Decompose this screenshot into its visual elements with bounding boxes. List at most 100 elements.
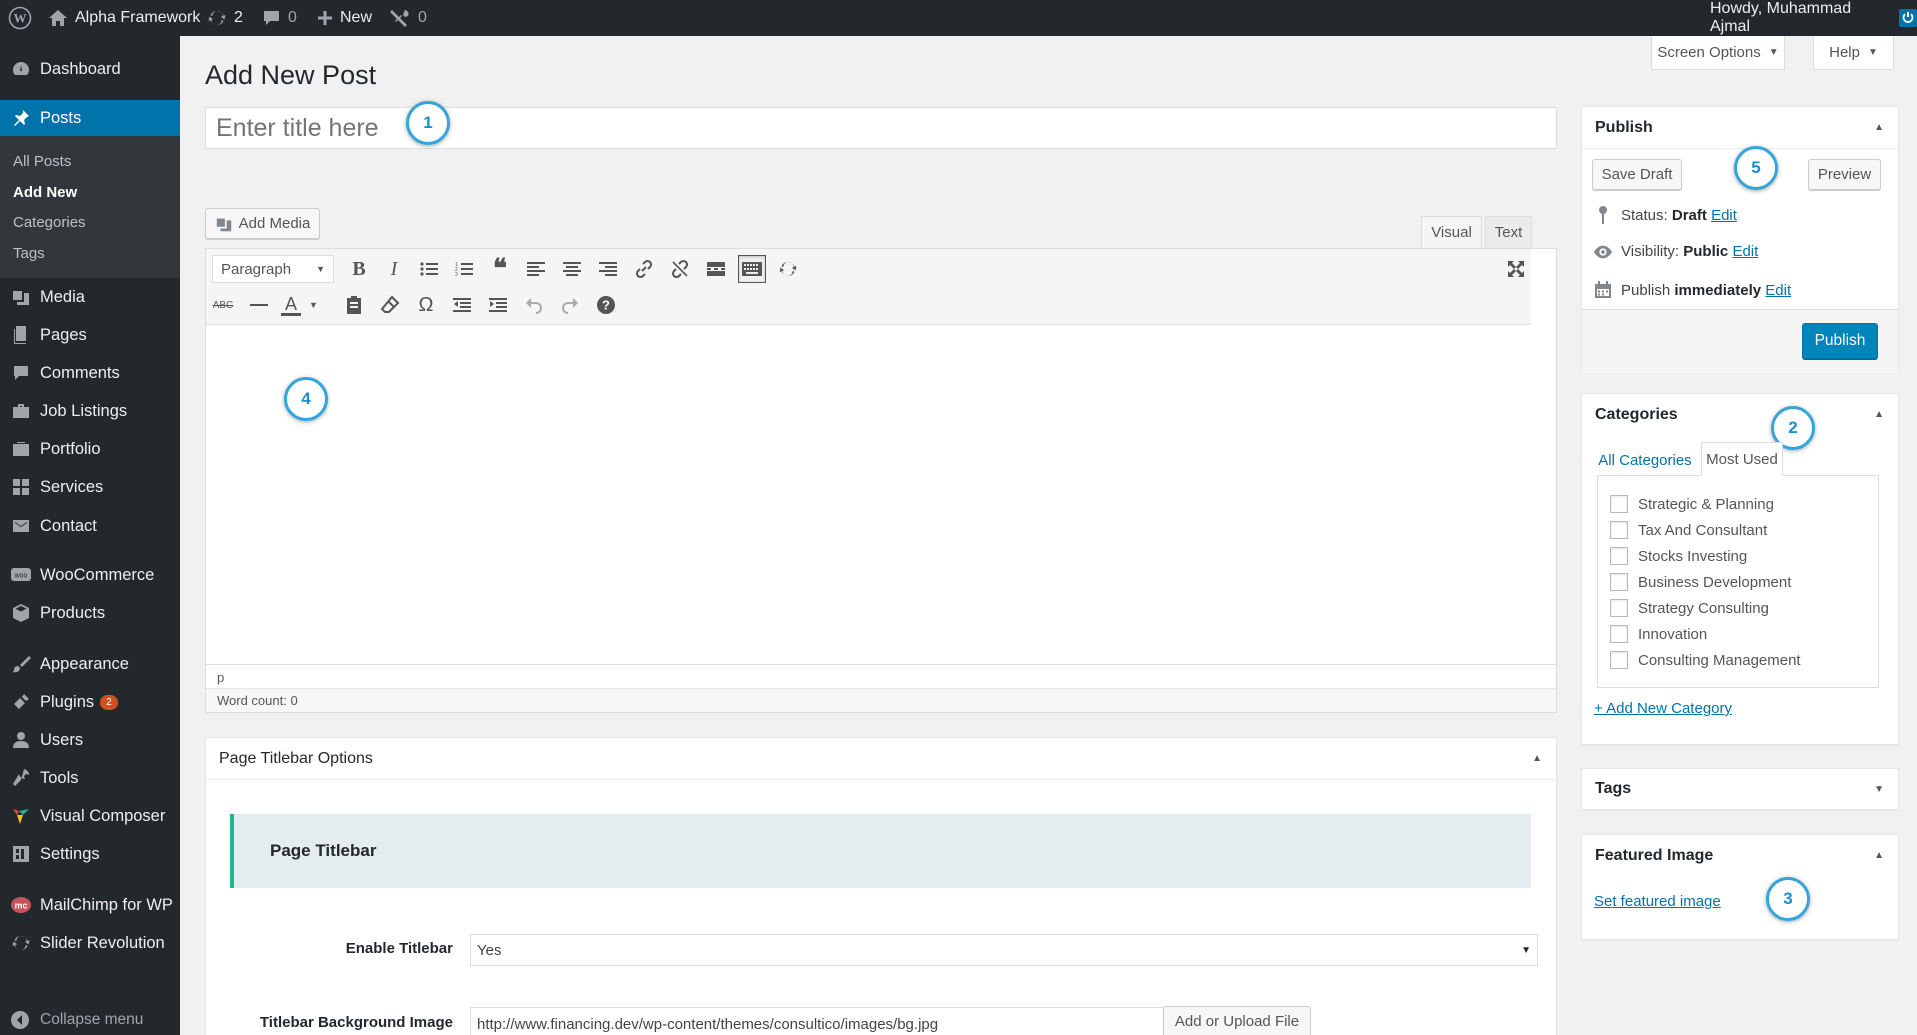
unlink-button[interactable] <box>666 255 694 283</box>
sidebar-item-plugins[interactable]: Plugins 2 <box>0 683 180 721</box>
editor-content-area[interactable] <box>206 326 1556 664</box>
special-character-button[interactable]: Ω <box>412 291 440 319</box>
category-checkbox[interactable] <box>1610 651 1628 669</box>
help-button[interactable]: Help ▼ <box>1813 36 1894 70</box>
titlebar-background-input[interactable]: http://www.financing.dev/wp-content/them… <box>470 1007 1164 1035</box>
collapse-arrow-icon[interactable]: ▲ <box>1874 122 1884 133</box>
sidebar-item-visual-composer[interactable]: Visual Composer <box>0 797 180 835</box>
submenu-tags[interactable]: Tags <box>13 245 45 262</box>
collapse-arrow-icon[interactable]: ▲ <box>1532 753 1542 764</box>
categories-header[interactable]: Categories ▲ <box>1582 394 1898 436</box>
category-item[interactable]: Strategic & Planning <box>1610 495 1774 513</box>
category-checkbox[interactable] <box>1610 495 1628 513</box>
sidebar-item-media[interactable]: Media <box>0 278 180 316</box>
strikethrough-button[interactable]: ABC <box>209 291 237 319</box>
submenu-add-new[interactable]: Add New <box>13 184 77 201</box>
expand-arrow-icon[interactable]: ▼ <box>1874 784 1884 795</box>
set-featured-image-link[interactable]: Set featured image <box>1594 893 1721 910</box>
horizontal-line-button[interactable] <box>245 291 273 319</box>
category-checkbox[interactable] <box>1610 625 1628 643</box>
featured-image-header[interactable]: Featured Image ▲ <box>1582 835 1898 877</box>
save-draft-button[interactable]: Save Draft <box>1592 159 1682 190</box>
category-checkbox[interactable] <box>1610 599 1628 617</box>
add-new-category-link[interactable]: + Add New Category <box>1594 700 1732 717</box>
publish-button[interactable]: Publish <box>1802 323 1878 359</box>
tab-visual[interactable]: Visual <box>1421 216 1482 248</box>
undo-button[interactable] <box>520 291 548 319</box>
sidebar-item-pages[interactable]: Pages <box>0 316 180 354</box>
tab-most-used[interactable]: Most Used <box>1701 442 1783 476</box>
align-left-button[interactable] <box>522 255 550 283</box>
italic-button[interactable]: I <box>380 255 408 283</box>
submenu-all-posts[interactable]: All Posts <box>13 153 71 170</box>
sidebar-item-tools[interactable]: Tools <box>0 759 180 797</box>
text-color-button[interactable]: A ▼ <box>281 291 325 319</box>
sidebar-item-job-listings[interactable]: Job Listings <box>0 392 180 430</box>
paste-text-button[interactable] <box>340 291 368 319</box>
new-content-link[interactable]: New <box>317 0 372 36</box>
blockquote-button[interactable]: ❝ <box>486 254 514 283</box>
wordpress-logo-icon[interactable]: W <box>8 0 32 36</box>
fullscreen-button[interactable] <box>1502 255 1530 283</box>
sidebar-item-settings[interactable]: Settings <box>0 835 180 873</box>
category-checkbox[interactable] <box>1610 573 1628 591</box>
collapse-arrow-icon[interactable]: ▲ <box>1874 850 1884 861</box>
tab-all-categories[interactable]: All Categories <box>1598 442 1692 478</box>
sidebar-item-contact[interactable]: Contact <box>0 507 180 545</box>
category-item[interactable]: Business Development <box>1610 573 1791 591</box>
tab-text[interactable]: Text <box>1485 216 1532 248</box>
site-name-link[interactable]: Alpha Framework <box>48 0 200 36</box>
updates-link[interactable]: 2 <box>207 0 243 36</box>
indent-button[interactable] <box>484 291 512 319</box>
sidebar-item-slider-revolution[interactable]: Slider Revolution <box>0 924 180 962</box>
collapse-arrow-icon[interactable]: ▲ <box>1874 409 1884 420</box>
insert-link-button[interactable] <box>630 255 658 283</box>
outdent-button[interactable] <box>448 291 476 319</box>
clear-formatting-button[interactable] <box>376 291 404 319</box>
sidebar-item-products[interactable]: Products <box>0 594 180 632</box>
category-item[interactable]: Consulting Management <box>1610 651 1801 669</box>
element-path[interactable]: p <box>217 670 224 685</box>
help-shortcuts-button[interactable]: ? <box>592 291 620 319</box>
sidebar-item-portfolio[interactable]: Portfolio <box>0 430 180 468</box>
bold-button[interactable]: B <box>345 255 373 283</box>
collapse-menu-button[interactable]: Collapse menu <box>10 1010 143 1030</box>
screen-options-button[interactable]: Screen Options ▼ <box>1651 36 1785 70</box>
plugin-indicator[interactable]: 0 <box>389 0 427 36</box>
add-media-button[interactable]: Add Media <box>205 208 320 239</box>
refresh-button[interactable] <box>774 255 802 283</box>
bullet-list-button[interactable] <box>415 255 443 283</box>
sidebar-item-appearance[interactable]: Appearance <box>0 645 180 683</box>
category-item[interactable]: Stocks Investing <box>1610 547 1747 565</box>
sidebar-item-woocommerce[interactable]: woo WooCommerce <box>0 556 180 594</box>
page-titlebar-options-header[interactable]: Page Titlebar Options ▲ <box>206 738 1556 780</box>
upload-file-button[interactable]: Add or Upload File <box>1163 1006 1311 1035</box>
sidebar-item-users[interactable]: Users <box>0 721 180 759</box>
tags-header[interactable]: Tags ▼ <box>1582 769 1898 809</box>
sidebar-item-comments[interactable]: Comments <box>0 354 180 392</box>
comments-link[interactable]: 0 <box>262 0 297 36</box>
preview-button[interactable]: Preview <box>1808 159 1881 190</box>
align-right-button[interactable] <box>594 255 622 283</box>
numbered-list-button[interactable]: 123 <box>450 255 478 283</box>
sidebar-item-posts[interactable]: Posts <box>0 100 180 136</box>
sidebar-item-dashboard[interactable]: Dashboard <box>0 50 180 88</box>
category-item[interactable]: Strategy Consulting <box>1610 599 1769 617</box>
category-item[interactable]: Tax And Consultant <box>1610 521 1767 539</box>
category-item[interactable]: Innovation <box>1610 625 1707 643</box>
align-center-button[interactable] <box>558 255 586 283</box>
format-select[interactable]: Paragraph ▼ <box>212 255 334 283</box>
category-checkbox[interactable] <box>1610 547 1628 565</box>
toolbar-toggle-button[interactable] <box>738 255 766 283</box>
edit-visibility-link[interactable]: Edit <box>1732 243 1758 260</box>
redo-button[interactable] <box>556 291 584 319</box>
category-checkbox[interactable] <box>1610 521 1628 539</box>
account-link[interactable]: Howdy, Muhammad Ajmal <box>1710 0 1917 36</box>
sidebar-item-services[interactable]: Services <box>0 468 180 506</box>
read-more-button[interactable] <box>702 255 730 283</box>
enable-titlebar-select[interactable]: Yes ▼ <box>470 934 1538 966</box>
sidebar-item-mailchimp[interactable]: mc MailChimp for WP <box>0 886 180 924</box>
publish-header[interactable]: Publish ▲ <box>1582 107 1898 149</box>
submenu-categories[interactable]: Categories <box>13 214 86 231</box>
edit-status-link[interactable]: Edit <box>1711 207 1737 224</box>
